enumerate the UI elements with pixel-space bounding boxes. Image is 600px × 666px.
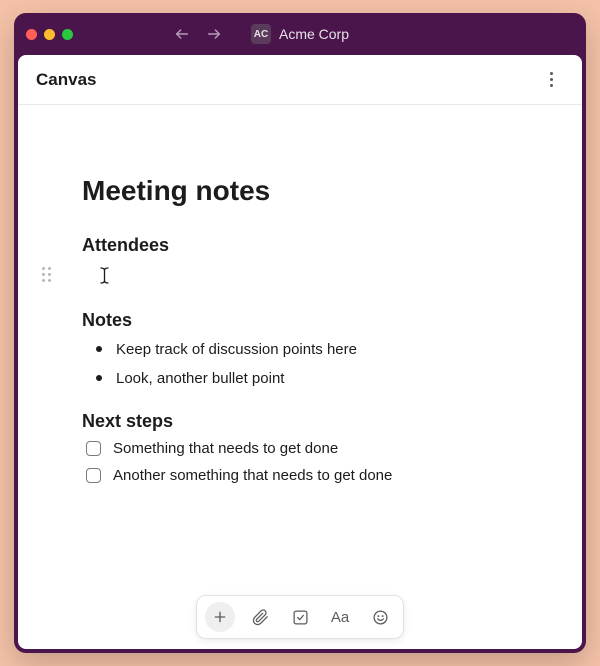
emoji-button[interactable] — [365, 602, 395, 632]
section-heading-attendees[interactable]: Attendees — [82, 235, 518, 256]
empty-line[interactable] — [42, 264, 518, 286]
checklist-item[interactable]: Something that needs to get done — [86, 440, 518, 457]
bullet-item[interactable]: Look, another bullet point — [94, 368, 518, 389]
page-title: Canvas — [36, 70, 96, 90]
back-button[interactable] — [173, 25, 191, 43]
maximize-window-button[interactable] — [62, 29, 73, 40]
drag-handle-icon[interactable] — [42, 267, 54, 283]
workspace-badge: AC — [251, 24, 271, 44]
content-frame: Canvas Meeting notes Attendees Notes — [18, 55, 582, 649]
workspace-name: Acme Corp — [279, 26, 349, 42]
history-nav — [173, 25, 223, 43]
bullet-item[interactable]: Keep track of discussion points here — [94, 339, 518, 360]
doc-title[interactable]: Meeting notes — [82, 175, 518, 207]
checkbox[interactable] — [86, 468, 101, 483]
checklist-item[interactable]: Another something that needs to get done — [86, 467, 518, 484]
section-heading-next-steps[interactable]: Next steps — [82, 411, 518, 432]
smile-icon — [372, 609, 389, 626]
checkbox[interactable] — [86, 441, 101, 456]
paperclip-icon — [252, 609, 269, 626]
titlebar: AC Acme Corp — [14, 13, 586, 55]
checklist-item-label[interactable]: Another something that needs to get done — [113, 467, 392, 484]
section-heading-notes[interactable]: Notes — [82, 310, 518, 331]
more-options-button[interactable] — [538, 67, 564, 93]
text-format-button[interactable]: Aa — [325, 609, 355, 626]
floating-toolbar: Aa — [196, 595, 404, 639]
checklist-item-label[interactable]: Something that needs to get done — [113, 440, 338, 457]
document-body[interactable]: Meeting notes Attendees Notes Keep track… — [18, 105, 582, 649]
app-window: AC Acme Corp Canvas Meeting notes Attend… — [14, 13, 586, 653]
checklist[interactable]: Something that needs to get done Another… — [86, 440, 518, 484]
checklist-button[interactable] — [285, 602, 315, 632]
workspace-switcher[interactable]: AC Acme Corp — [251, 24, 349, 44]
add-block-button[interactable] — [205, 602, 235, 632]
plus-icon — [212, 609, 228, 625]
text-cursor-icon — [100, 267, 109, 283]
minimize-window-button[interactable] — [44, 29, 55, 40]
check-square-icon — [292, 609, 309, 626]
window-controls — [26, 29, 73, 40]
content-header: Canvas — [18, 55, 582, 105]
close-window-button[interactable] — [26, 29, 37, 40]
forward-button[interactable] — [205, 25, 223, 43]
attach-button[interactable] — [245, 602, 275, 632]
notes-bullet-list[interactable]: Keep track of discussion points here Loo… — [94, 339, 518, 389]
